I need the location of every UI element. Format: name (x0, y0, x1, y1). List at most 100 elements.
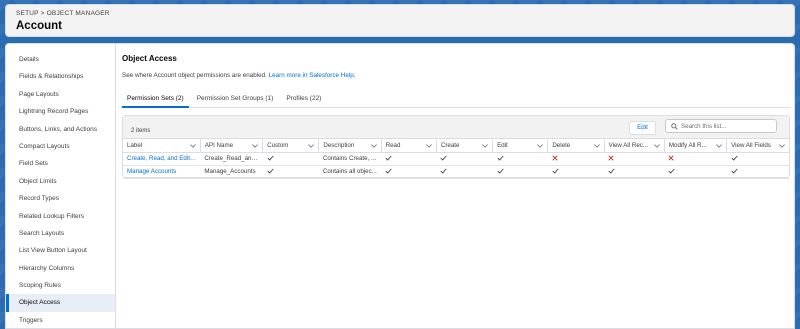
search-icon (671, 123, 678, 130)
check-icon (436, 152, 493, 166)
column-header-label: API Name (204, 141, 234, 149)
breadcrumb-object-manager[interactable]: OBJECT MANAGER (47, 10, 110, 17)
chevron-down-icon[interactable] (653, 143, 660, 150)
column-header[interactable]: View All Fields (726, 139, 789, 153)
column-header[interactable]: Delete (547, 139, 605, 153)
column-header[interactable]: Description (318, 139, 382, 153)
column-header[interactable]: Custom (262, 139, 320, 153)
check-icon (726, 165, 789, 179)
sidebar-item-search-layouts[interactable]: Search Layouts (6, 225, 115, 242)
column-header-label: Custom (267, 141, 289, 149)
column-header[interactable]: Label (123, 139, 201, 153)
sidebar-item-triggers[interactable]: Triggers (6, 312, 115, 328)
sidebar-item-details[interactable]: Details (6, 51, 115, 68)
table-body: Create, Read, and Edit ... Create_Read_an… (123, 152, 789, 179)
sidebar-item-list-view-button-layout[interactable]: List View Button Layout (6, 242, 115, 259)
tab-permission-set-groups[interactable]: Permission Set Groups (1) (192, 93, 279, 108)
search-box (665, 119, 777, 133)
sidebar-item-compact-layouts[interactable]: Compact Layouts (6, 138, 115, 155)
sidebar-item-lightning-record-pages[interactable]: Lightning Record Pages (6, 103, 115, 120)
column-header-label: Edit (497, 141, 508, 149)
check-icon (381, 152, 437, 166)
close-icon (547, 152, 605, 166)
check-icon (492, 165, 548, 179)
help-link[interactable]: Learn more in Salesforce Help. (269, 72, 356, 79)
tab-bar: Permission Sets (2) Permission Set Group… (122, 93, 790, 108)
check-icon (726, 152, 789, 166)
main-panel: Object Access See where Account object p… (116, 44, 794, 328)
check-icon (547, 165, 605, 179)
column-header[interactable]: View All Rec... (604, 139, 665, 153)
check-icon (492, 152, 548, 166)
section-description: See where Account object permissions are… (122, 72, 790, 79)
permission-set-link[interactable]: Create, Read, and Edit ... (123, 152, 201, 166)
chevron-down-icon[interactable] (308, 143, 315, 150)
column-header[interactable]: Edit (492, 139, 549, 153)
column-header[interactable]: Modify All R... (664, 139, 728, 153)
column-header-label: Description (323, 141, 355, 149)
column-header-label: Create (440, 141, 460, 149)
check-icon (262, 165, 319, 179)
item-count: 2 items (131, 128, 151, 134)
column-header-label: Delete (552, 141, 571, 149)
column-header[interactable]: Read (381, 139, 437, 153)
sidebar-item-scoping-rules[interactable]: Scoping Rules (6, 277, 115, 294)
table-row: Manage Accounts Manage_Accounts Contains a… (123, 165, 789, 179)
chevron-down-icon[interactable] (425, 143, 432, 150)
table-row: Create, Read, and Edit ... Create_Read_an… (123, 152, 789, 166)
edit-button[interactable]: Edit (629, 121, 656, 135)
tab-profiles[interactable]: Profiles (22) (281, 93, 326, 108)
breadcrumb: SETUP > OBJECT MANAGER (16, 10, 784, 17)
cell-description: Contains Create, ... (318, 152, 382, 166)
description-text: See where Account object permissions are… (122, 72, 267, 79)
chevron-down-icon[interactable] (482, 143, 489, 150)
page-title: Account (16, 20, 62, 32)
chevron-down-icon[interactable] (716, 143, 723, 150)
cell-api-name: Manage_Accounts (200, 165, 263, 179)
check-icon (604, 165, 665, 179)
sidebar-item-object-limits[interactable]: Object Limits (6, 173, 115, 190)
sidebar-item-field-sets[interactable]: Field Sets (6, 155, 115, 172)
sidebar-item-page-layouts[interactable]: Page Layouts (6, 86, 115, 103)
sidebar-item-related-lookup-filters[interactable]: Related Lookup Filters (6, 208, 115, 225)
check-icon (664, 165, 727, 179)
sidebar-item-hierarchy-columns[interactable]: Hierarchy Columns (6, 260, 115, 277)
sidebar-item-buttons-links-and-actions[interactable]: Buttons, Links, and Actions (6, 121, 115, 138)
chevron-down-icon[interactable] (252, 143, 259, 150)
tab-permission-sets[interactable]: Permission Sets (2) (122, 93, 189, 108)
column-header-label: View All Rec... (608, 141, 649, 149)
table-header-row: Label API Name Custom Description Read Create… (123, 139, 789, 153)
close-icon (664, 152, 727, 166)
sidebar-item-fields-relationships[interactable]: Fields & Relationships (6, 68, 115, 85)
column-header[interactable]: Create (436, 139, 494, 153)
permission-table: Label API Name Custom Description Read Create… (123, 139, 789, 179)
breadcrumb-setup[interactable]: SETUP (16, 10, 39, 17)
object-header: SETUP > OBJECT MANAGER Account (5, 4, 795, 37)
cell-api-name: Create_Read_and... (200, 152, 263, 166)
list-toolbar: 2 items Edit (123, 116, 789, 139)
chevron-down-icon[interactable] (370, 143, 377, 150)
column-header-label: Modify All R... (668, 141, 707, 149)
column-header-label: Read (385, 141, 401, 149)
sidebar: Details Fields & Relationships Page Layout… (6, 44, 116, 328)
sidebar-item-object-access[interactable]: Object Access (6, 294, 115, 312)
chevron-down-icon[interactable] (779, 143, 785, 150)
permission-set-link[interactable]: Manage Accounts (123, 165, 201, 179)
check-icon (381, 165, 437, 179)
breadcrumb-separator: > (40, 10, 45, 17)
column-header[interactable]: API Name (200, 139, 264, 153)
chevron-down-icon[interactable] (189, 143, 196, 150)
cell-description: Contains all objec... (318, 165, 382, 179)
search-input[interactable] (681, 121, 773, 131)
chevron-down-icon[interactable] (537, 143, 544, 150)
section-title: Object Access (122, 54, 177, 63)
column-header-label: View All Fields (731, 141, 771, 149)
chevron-down-icon[interactable] (593, 143, 600, 150)
check-icon (436, 165, 493, 179)
permission-list: 2 items Edit Label API Name Custom Descript… (122, 115, 790, 179)
check-icon (262, 152, 319, 166)
sidebar-item-record-types[interactable]: Record Types (6, 190, 115, 207)
sidebar-list: Details Fields & Relationships Page Layout… (6, 44, 115, 328)
close-icon (604, 152, 665, 166)
column-header-label: Label (127, 141, 143, 149)
